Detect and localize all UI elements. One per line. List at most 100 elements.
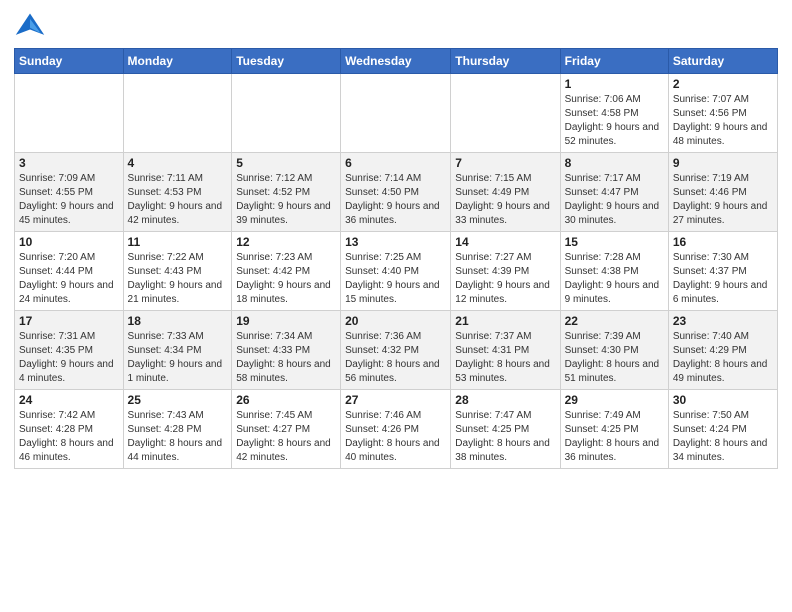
- calendar-week-4: 17 Sunrise: 7:31 AMSunset: 4:35 PMDayligh…: [15, 311, 778, 390]
- day-info: Sunrise: 7:40 AMSunset: 4:29 PMDaylight:…: [673, 330, 773, 386]
- day-info: Sunrise: 7:43 AMSunset: 4:28 PMDaylight:…: [128, 409, 228, 465]
- day-info: Sunrise: 7:20 AMSunset: 4:44 PMDaylight:…: [19, 251, 119, 307]
- calendar-cell: 17 Sunrise: 7:31 AMSunset: 4:35 PMDayligh…: [15, 311, 124, 390]
- col-header-wednesday: Wednesday: [341, 49, 451, 74]
- calendar-cell: 12 Sunrise: 7:23 AMSunset: 4:42 PMDayligh…: [232, 232, 341, 311]
- calendar-cell: 9 Sunrise: 7:19 AMSunset: 4:46 PMDaylight…: [668, 153, 777, 232]
- day-info: Sunrise: 7:28 AMSunset: 4:38 PMDaylight:…: [565, 251, 664, 307]
- day-number: 15: [565, 235, 664, 249]
- day-info: Sunrise: 7:31 AMSunset: 4:35 PMDaylight:…: [19, 330, 119, 386]
- day-number: 7: [455, 156, 555, 170]
- day-number: 14: [455, 235, 555, 249]
- day-number: 23: [673, 314, 773, 328]
- day-info: Sunrise: 7:12 AMSunset: 4:52 PMDaylight:…: [236, 172, 336, 228]
- day-number: 27: [345, 393, 446, 407]
- day-number: 21: [455, 314, 555, 328]
- header: [14, 10, 778, 42]
- calendar-cell: [15, 74, 124, 153]
- calendar-cell: 26 Sunrise: 7:45 AMSunset: 4:27 PMDayligh…: [232, 390, 341, 469]
- calendar-cell: 8 Sunrise: 7:17 AMSunset: 4:47 PMDaylight…: [560, 153, 668, 232]
- day-number: 9: [673, 156, 773, 170]
- day-info: Sunrise: 7:14 AMSunset: 4:50 PMDaylight:…: [345, 172, 446, 228]
- day-info: Sunrise: 7:39 AMSunset: 4:30 PMDaylight:…: [565, 330, 664, 386]
- day-info: Sunrise: 7:30 AMSunset: 4:37 PMDaylight:…: [673, 251, 773, 307]
- calendar-cell: [341, 74, 451, 153]
- calendar-cell: 24 Sunrise: 7:42 AMSunset: 4:28 PMDayligh…: [15, 390, 124, 469]
- day-number: 5: [236, 156, 336, 170]
- day-number: 11: [128, 235, 228, 249]
- day-info: Sunrise: 7:36 AMSunset: 4:32 PMDaylight:…: [345, 330, 446, 386]
- day-info: Sunrise: 7:49 AMSunset: 4:25 PMDaylight:…: [565, 409, 664, 465]
- calendar-week-5: 24 Sunrise: 7:42 AMSunset: 4:28 PMDayligh…: [15, 390, 778, 469]
- calendar-cell: 2 Sunrise: 7:07 AMSunset: 4:56 PMDaylight…: [668, 74, 777, 153]
- day-number: 4: [128, 156, 228, 170]
- day-info: Sunrise: 7:09 AMSunset: 4:55 PMDaylight:…: [19, 172, 119, 228]
- day-info: Sunrise: 7:50 AMSunset: 4:24 PMDaylight:…: [673, 409, 773, 465]
- day-number: 26: [236, 393, 336, 407]
- day-info: Sunrise: 7:25 AMSunset: 4:40 PMDaylight:…: [345, 251, 446, 307]
- day-number: 28: [455, 393, 555, 407]
- calendar-header-row: SundayMondayTuesdayWednesdayThursdayFrid…: [15, 49, 778, 74]
- day-number: 12: [236, 235, 336, 249]
- calendar-week-1: 1 Sunrise: 7:06 AMSunset: 4:58 PMDaylight…: [15, 74, 778, 153]
- calendar-cell: [232, 74, 341, 153]
- day-info: Sunrise: 7:19 AMSunset: 4:46 PMDaylight:…: [673, 172, 773, 228]
- logo: [14, 10, 50, 42]
- day-info: Sunrise: 7:15 AMSunset: 4:49 PMDaylight:…: [455, 172, 555, 228]
- calendar-cell: 10Sunrise: 7:20 AMSunset: 4:44 PMDayligh…: [15, 232, 124, 311]
- day-number: 1: [565, 77, 664, 91]
- calendar-cell: 19Sunrise: 7:34 AMSunset: 4:33 PMDayligh…: [232, 311, 341, 390]
- day-number: 29: [565, 393, 664, 407]
- day-number: 18: [128, 314, 228, 328]
- day-info: Sunrise: 7:27 AMSunset: 4:39 PMDaylight:…: [455, 251, 555, 307]
- page: SundayMondayTuesdayWednesdayThursdayFrid…: [0, 0, 792, 612]
- calendar-cell: 27 Sunrise: 7:46 AMSunset: 4:26 PMDayligh…: [341, 390, 451, 469]
- day-number: 24: [19, 393, 119, 407]
- day-info: Sunrise: 7:06 AMSunset: 4:58 PMDaylight:…: [565, 93, 664, 149]
- day-info: Sunrise: 7:23 AMSunset: 4:42 PMDaylight:…: [236, 251, 336, 307]
- col-header-monday: Monday: [123, 49, 232, 74]
- calendar-cell: 3 Sunrise: 7:09 AMSunset: 4:55 PMDaylight…: [15, 153, 124, 232]
- day-number: 19: [236, 314, 336, 328]
- day-info: Sunrise: 7:46 AMSunset: 4:26 PMDaylight:…: [345, 409, 446, 465]
- calendar-cell: 30 Sunrise: 7:50 AMSunset: 4:24 PMDayligh…: [668, 390, 777, 469]
- day-number: 8: [565, 156, 664, 170]
- day-number: 6: [345, 156, 446, 170]
- day-number: 3: [19, 156, 119, 170]
- day-number: 13: [345, 235, 446, 249]
- calendar-cell: [451, 74, 560, 153]
- day-info: Sunrise: 7:42 AMSunset: 4:28 PMDaylight:…: [19, 409, 119, 465]
- day-number: 16: [673, 235, 773, 249]
- calendar-cell: 20Sunrise: 7:36 AMSunset: 4:32 PMDayligh…: [341, 311, 451, 390]
- calendar-cell: 18 Sunrise: 7:33 AMSunset: 4:34 PMDayligh…: [123, 311, 232, 390]
- logo-icon: [14, 10, 46, 42]
- day-info: Sunrise: 7:17 AMSunset: 4:47 PMDaylight:…: [565, 172, 664, 228]
- day-info: Sunrise: 7:45 AMSunset: 4:27 PMDaylight:…: [236, 409, 336, 465]
- calendar-cell: 11 Sunrise: 7:22 AMSunset: 4:43 PMDayligh…: [123, 232, 232, 311]
- day-info: Sunrise: 7:33 AMSunset: 4:34 PMDaylight:…: [128, 330, 228, 386]
- calendar-cell: 16 Sunrise: 7:30 AMSunset: 4:37 PMDayligh…: [668, 232, 777, 311]
- day-info: Sunrise: 7:07 AMSunset: 4:56 PMDaylight:…: [673, 93, 773, 149]
- col-header-tuesday: Tuesday: [232, 49, 341, 74]
- calendar-cell: 22 Sunrise: 7:39 AMSunset: 4:30 PMDayligh…: [560, 311, 668, 390]
- col-header-thursday: Thursday: [451, 49, 560, 74]
- day-info: Sunrise: 7:22 AMSunset: 4:43 PMDaylight:…: [128, 251, 228, 307]
- col-header-friday: Friday: [560, 49, 668, 74]
- day-number: 22: [565, 314, 664, 328]
- calendar-cell: 7 Sunrise: 7:15 AMSunset: 4:49 PMDaylight…: [451, 153, 560, 232]
- calendar-cell: 28 Sunrise: 7:47 AMSunset: 4:25 PMDayligh…: [451, 390, 560, 469]
- day-number: 17: [19, 314, 119, 328]
- day-info: Sunrise: 7:47 AMSunset: 4:25 PMDaylight:…: [455, 409, 555, 465]
- day-number: 30: [673, 393, 773, 407]
- calendar-cell: 29 Sunrise: 7:49 AMSunset: 4:25 PMDayligh…: [560, 390, 668, 469]
- calendar-cell: 15 Sunrise: 7:28 AMSunset: 4:38 PMDayligh…: [560, 232, 668, 311]
- calendar-cell: 14 Sunrise: 7:27 AMSunset: 4:39 PMDayligh…: [451, 232, 560, 311]
- calendar-cell: 21Sunrise: 7:37 AMSunset: 4:31 PMDayligh…: [451, 311, 560, 390]
- col-header-sunday: Sunday: [15, 49, 124, 74]
- day-number: 25: [128, 393, 228, 407]
- calendar-cell: 23 Sunrise: 7:40 AMSunset: 4:29 PMDayligh…: [668, 311, 777, 390]
- calendar-week-3: 10Sunrise: 7:20 AMSunset: 4:44 PMDayligh…: [15, 232, 778, 311]
- calendar-cell: 25 Sunrise: 7:43 AMSunset: 4:28 PMDayligh…: [123, 390, 232, 469]
- day-number: 2: [673, 77, 773, 91]
- calendar-week-2: 3 Sunrise: 7:09 AMSunset: 4:55 PMDaylight…: [15, 153, 778, 232]
